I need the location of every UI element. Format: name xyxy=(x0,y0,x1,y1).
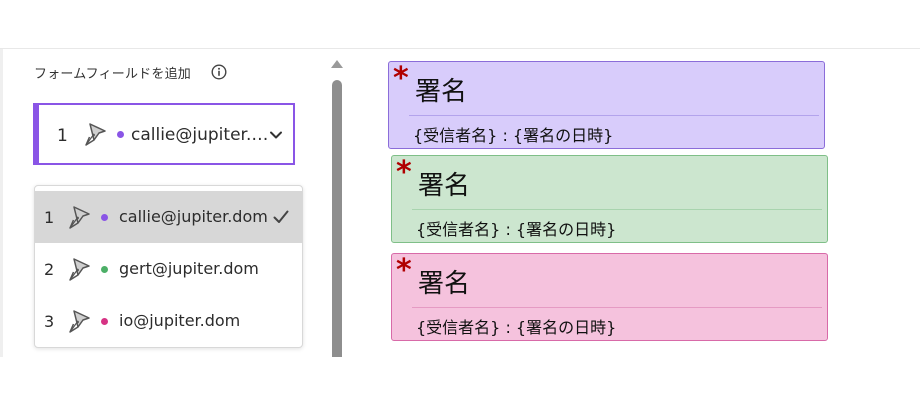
option-number: 2 xyxy=(44,260,55,279)
field-divider xyxy=(412,307,822,308)
required-asterisk: * xyxy=(396,155,412,190)
chevron-down-icon[interactable] xyxy=(268,127,284,143)
field-divider xyxy=(412,209,822,210)
recipient-number: 1 xyxy=(57,126,68,146)
option-number: 1 xyxy=(44,208,55,227)
signature-label: 署名 xyxy=(415,77,468,107)
recipient-select[interactable]: 1 callie@jupiter.… xyxy=(33,103,295,165)
recipient-dropdown: 1 callie@jupiter.dom 2 gert@jupiter.dom … xyxy=(34,185,303,348)
signature-pen-icon xyxy=(69,206,90,229)
option-email: io@jupiter.dom xyxy=(119,311,241,330)
signer-date-placeholder: {受信者名} : {署名の日時} xyxy=(413,126,614,145)
required-asterisk: * xyxy=(393,61,409,96)
required-asterisk: * xyxy=(396,253,412,288)
checkmark-icon xyxy=(273,210,289,223)
signature-pen-icon xyxy=(69,258,90,281)
recipient-color-dot xyxy=(117,131,124,138)
signature-label: 署名 xyxy=(418,171,471,201)
option-number: 3 xyxy=(44,312,55,331)
recipient-color-dot xyxy=(101,266,108,273)
signer-date-placeholder: {受信者名} : {署名の日時} xyxy=(416,318,617,337)
option-email: callie@jupiter.dom xyxy=(119,207,268,226)
signature-label: 署名 xyxy=(418,269,471,299)
panel-left-edge xyxy=(0,49,3,357)
option-email: gert@jupiter.dom xyxy=(119,259,259,278)
panel-title: フォームフィールドを追加 xyxy=(34,67,191,82)
info-icon[interactable] xyxy=(211,64,227,80)
recipient-email: callie@jupiter.… xyxy=(131,125,269,145)
signature-field-1[interactable]: * 署名 {受信者名} : {署名の日時} xyxy=(388,61,825,149)
signature-pen-icon xyxy=(85,123,106,146)
signature-pen-icon xyxy=(69,310,90,333)
recipient-option-2[interactable]: 2 gert@jupiter.dom xyxy=(35,243,302,295)
recipient-option-1[interactable]: 1 callie@jupiter.dom xyxy=(35,191,302,243)
app-stage: フォームフィールドを追加 1 callie@jupiter.… 1 callie… xyxy=(0,0,920,412)
signer-date-placeholder: {受信者名} : {署名の日時} xyxy=(416,220,617,239)
scroll-up-arrow-icon[interactable] xyxy=(331,60,343,68)
signature-field-3[interactable]: * 署名 {受信者名} : {署名の日時} xyxy=(391,253,828,341)
recipient-color-dot xyxy=(101,214,108,221)
scrollbar-thumb[interactable] xyxy=(332,80,342,357)
recipient-color-dot xyxy=(101,318,108,325)
signature-field-2[interactable]: * 署名 {受信者名} : {署名の日時} xyxy=(391,155,828,243)
recipient-option-3[interactable]: 3 io@jupiter.dom xyxy=(35,295,302,347)
field-divider xyxy=(409,115,819,116)
